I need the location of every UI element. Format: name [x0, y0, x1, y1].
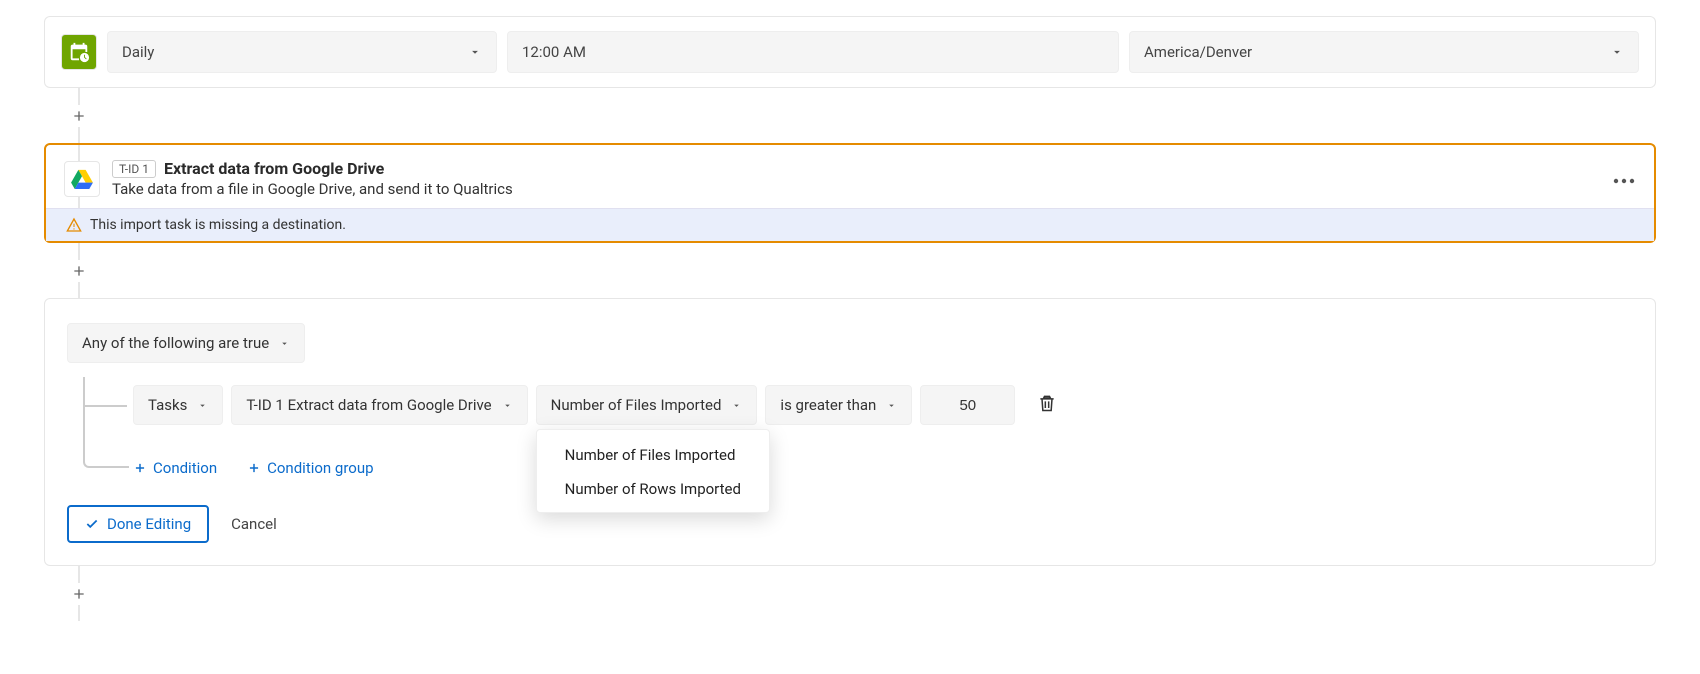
add-condition-button[interactable]: Condition	[133, 459, 217, 477]
timezone-value: America/Denver	[1144, 43, 1252, 61]
timezone-select[interactable]: America/Denver	[1129, 31, 1639, 73]
chevron-down-icon	[279, 338, 290, 349]
frequency-value: Daily	[122, 43, 154, 61]
condition-editor-card: Any of the following are true Tasks T-ID…	[44, 298, 1656, 566]
plus-icon	[71, 108, 87, 124]
add-condition-group-button[interactable]: Condition group	[247, 459, 373, 477]
task-menu-button[interactable]	[1612, 170, 1636, 188]
flow-rail: T-ID 1 Extract data from Google Drive Ta…	[78, 88, 1656, 621]
check-icon	[85, 517, 99, 531]
condition-source-type-select[interactable]: Tasks	[133, 385, 223, 425]
cancel-button[interactable]: Cancel	[231, 515, 277, 533]
add-step-button-3[interactable]	[68, 583, 90, 605]
condition-task-ref-select[interactable]: T-ID 1 Extract data from Google Drive	[231, 385, 527, 425]
metric-option-rows[interactable]: Number of Rows Imported	[537, 472, 769, 506]
plus-icon	[71, 263, 87, 279]
condition-add-row: Condition Condition group	[83, 459, 1633, 477]
chevron-down-icon	[731, 400, 742, 411]
condition-value-field[interactable]	[921, 396, 1014, 415]
chevron-down-icon	[468, 45, 482, 59]
condition-source-type-label: Tasks	[148, 396, 187, 414]
task-header: T-ID 1 Extract data from Google Drive Ta…	[46, 145, 1654, 208]
schedule-inputs: Daily 12:00 AM America/Denver	[107, 31, 1639, 73]
condition-metric-dropdown: Number of Files Imported Number of Rows …	[536, 429, 770, 513]
task-title: Extract data from Google Drive	[164, 159, 384, 178]
task-warning-banner: This import task is missing a destinatio…	[46, 208, 1654, 241]
calendar-clock-icon	[68, 41, 90, 63]
delete-condition-button[interactable]	[1037, 393, 1057, 417]
condition-group-mode-select[interactable]: Any of the following are true	[67, 323, 305, 363]
condition-metric-label: Number of Files Imported	[551, 396, 722, 414]
task-text: T-ID 1 Extract data from Google Drive Ta…	[112, 159, 1600, 198]
condition-metric-wrapper: Number of Files Imported Number of Files…	[536, 385, 758, 425]
plus-icon	[133, 461, 147, 475]
condition-value-input[interactable]	[920, 385, 1015, 425]
add-condition-group-label: Condition group	[267, 459, 373, 477]
task-warning-text: This import task is missing a destinatio…	[90, 217, 346, 233]
condition-operator-label: is greater than	[780, 396, 876, 414]
chevron-down-icon	[197, 400, 208, 411]
chevron-down-icon	[1610, 45, 1624, 59]
done-editing-label: Done Editing	[107, 515, 191, 533]
warning-icon	[66, 217, 82, 233]
condition-tree: Tasks T-ID 1 Extract data from Google Dr…	[83, 385, 1633, 477]
add-step-button-1[interactable]	[68, 105, 90, 127]
condition-operator-select[interactable]: is greater than	[765, 385, 912, 425]
plus-icon	[247, 461, 261, 475]
task-description: Take data from a file in Google Drive, a…	[112, 180, 1600, 198]
condition-task-ref-label: T-ID 1 Extract data from Google Drive	[246, 396, 491, 414]
chevron-down-icon	[502, 400, 513, 411]
add-condition-label: Condition	[153, 459, 217, 477]
time-input[interactable]: 12:00 AM	[507, 31, 1119, 73]
condition-group-mode-label: Any of the following are true	[82, 334, 269, 352]
plus-icon	[71, 586, 87, 602]
schedule-card: Daily 12:00 AM America/Denver	[44, 16, 1656, 88]
task-id-chip: T-ID 1	[112, 160, 156, 178]
metric-option-files[interactable]: Number of Files Imported	[537, 438, 769, 472]
chevron-down-icon	[886, 400, 897, 411]
time-value: 12:00 AM	[522, 43, 586, 61]
condition-row: Tasks T-ID 1 Extract data from Google Dr…	[83, 385, 1633, 425]
done-editing-button[interactable]: Done Editing	[67, 505, 209, 543]
task-card[interactable]: T-ID 1 Extract data from Google Drive Ta…	[44, 143, 1656, 243]
add-step-button-2[interactable]	[68, 260, 90, 282]
frequency-select[interactable]: Daily	[107, 31, 497, 73]
schedule-icon	[61, 34, 97, 70]
trash-icon	[1037, 393, 1057, 413]
google-drive-icon	[64, 161, 100, 197]
editor-footer: Done Editing Cancel	[67, 505, 1633, 543]
condition-metric-select[interactable]: Number of Files Imported	[536, 385, 758, 425]
kebab-icon	[1612, 178, 1636, 184]
